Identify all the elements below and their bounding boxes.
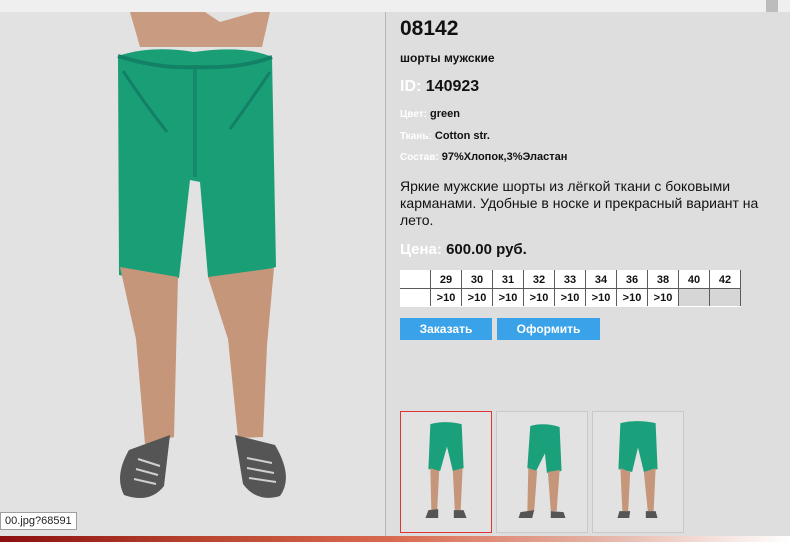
size-header: 29 (430, 270, 462, 289)
stock-cell[interactable]: >10 (616, 288, 648, 307)
price-value: 600.00 руб. (446, 241, 527, 258)
scrollbar-mark[interactable] (766, 0, 778, 12)
price-label: Цена: (400, 241, 442, 258)
stock-cell[interactable]: >10 (430, 288, 462, 307)
color-label: Цвет: (400, 109, 427, 120)
product-id-line: ID: 140923 (400, 78, 479, 96)
checkout-button[interactable]: Оформить (497, 318, 600, 340)
thumbnail-back[interactable] (592, 411, 684, 533)
size-header: 40 (678, 270, 710, 289)
size-header: 32 (523, 270, 555, 289)
composition-value: 97%Хлопок,3%Эластан (441, 151, 568, 163)
size-header: 34 (585, 270, 617, 289)
stock-cell[interactable]: >10 (461, 288, 493, 307)
size-header: 31 (492, 270, 524, 289)
stock-cell[interactable]: >10 (647, 288, 679, 307)
composition-attribute: Состав: 97%Хлопок,3%Эластан (400, 151, 567, 163)
fabric-attribute: Ткань: Cotton str. (400, 130, 490, 142)
stock-cell[interactable]: >10 (492, 288, 524, 307)
front-thumbnail-image (401, 412, 491, 532)
stock-cell-empty (709, 288, 741, 307)
size-row-empty (400, 288, 431, 307)
size-header-empty (400, 270, 431, 289)
size-header: 30 (461, 270, 493, 289)
product-description: Яркие мужские шорты из лёгкой ткани с бо… (400, 178, 759, 228)
size-header: 42 (709, 270, 741, 289)
composition-label: Состав: (400, 152, 439, 163)
stock-cell-empty (678, 288, 710, 307)
product-page: 00.jpg?68591 08142 шорты мужские ID: 140… (0, 0, 790, 542)
price-line: Цена: 600.00 руб. (400, 241, 527, 258)
product-details-panel: 08142 шорты мужские ID: 140923 Цвет: gre… (386, 12, 790, 536)
shorts-model-image (0, 12, 385, 536)
order-button[interactable]: Заказать (400, 318, 492, 340)
size-header: 38 (647, 270, 679, 289)
side-thumbnail-image (497, 412, 587, 532)
product-title: шорты мужские (400, 51, 495, 65)
id-value: 140923 (425, 78, 480, 95)
thumbnail-side[interactable] (496, 411, 588, 533)
back-thumbnail-image (593, 412, 683, 532)
fabric-label: Ткань: (400, 131, 432, 142)
size-header: 33 (554, 270, 586, 289)
thumbnail-front[interactable] (400, 411, 492, 533)
size-header: 36 (616, 270, 648, 289)
id-label: ID: (400, 78, 422, 95)
stock-cell[interactable]: >10 (523, 288, 555, 307)
main-product-photo[interactable] (0, 12, 385, 536)
product-sku: 08142 (400, 17, 459, 40)
stock-cell[interactable]: >10 (554, 288, 586, 307)
status-url-tooltip: 00.jpg?68591 (0, 512, 77, 530)
bottom-decorative-strip (0, 536, 790, 542)
size-availability-table: 29 30 31 32 33 34 36 38 40 42 >10 >10 >1… (400, 270, 741, 307)
color-value: green (430, 108, 461, 120)
color-attribute: Цвет: green (400, 108, 460, 120)
fabric-value: Cotton str. (434, 130, 490, 142)
stock-cell[interactable]: >10 (585, 288, 617, 307)
top-bar (0, 0, 790, 12)
